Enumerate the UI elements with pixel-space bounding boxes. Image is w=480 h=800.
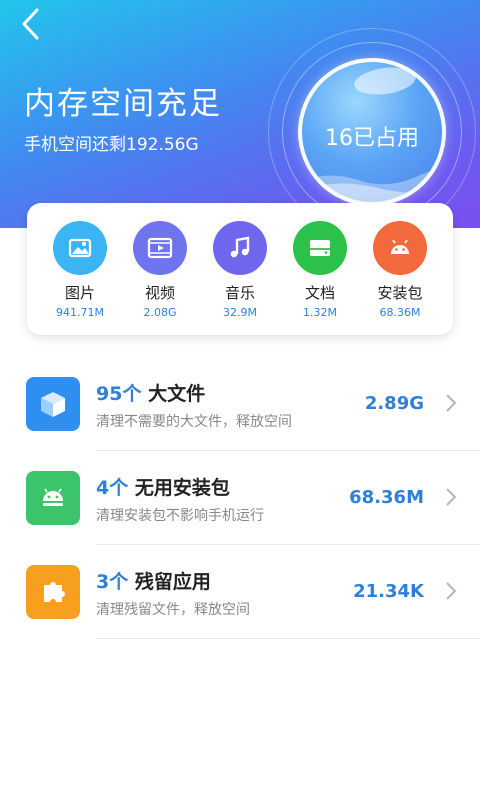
page-title: 内存空间充足: [24, 86, 222, 122]
item-count: 95个: [96, 383, 142, 405]
item-description: 清理不需要的大文件，释放空间: [96, 414, 292, 430]
storage-header: 内存空间充足 手机空间还剩192.56G 16已占用: [0, 0, 480, 228]
gauge-label: 16已占用: [325, 126, 419, 151]
item-title: 残留应用: [134, 571, 211, 593]
list-item-large-files[interactable]: 95个 大文件 清理不需要的大文件，释放空间 2.89G: [0, 357, 480, 451]
category-images[interactable]: 图片 941.71M: [40, 221, 120, 319]
item-count: 4个: [96, 477, 129, 499]
chevron-right-icon: [446, 394, 457, 412]
chevron-right-icon: [446, 488, 457, 506]
item-size: 21.34K: [353, 581, 424, 602]
image-icon: [53, 221, 107, 275]
wave-icon: [298, 170, 446, 206]
category-music[interactable]: 音乐 32.9M: [200, 221, 280, 319]
list-item-unused-apks[interactable]: 4个 无用安装包 清理安装包不影响手机运行 68.36M: [0, 451, 480, 545]
item-count: 3个: [96, 571, 129, 593]
android-icon: [373, 221, 427, 275]
item-size: 2.89G: [364, 393, 424, 414]
item-description: 清理安装包不影响手机运行: [96, 508, 264, 524]
puzzle-icon: [26, 565, 80, 619]
video-icon: [133, 221, 187, 275]
item-description: 清理残留文件，释放空间: [96, 602, 250, 618]
music-icon: [213, 221, 267, 275]
cleanup-list: 95个 大文件 清理不需要的大文件，释放空间 2.89G 4个 无用安装包 清理…: [0, 357, 480, 639]
category-card: 图片 941.71M 视频 2.08G 音乐 32.9M 文档 1.32M 安装…: [27, 203, 453, 335]
free-space-text: 手机空间还剩192.56G: [24, 135, 199, 155]
list-item-residual-apps[interactable]: 3个 残留应用 清理残留文件，释放空间 21.34K: [0, 545, 480, 639]
back-arrow-icon: [22, 8, 39, 40]
screen: 内存空间充足 手机空间还剩192.56G 16已占用 图片 941.71M 视频: [0, 0, 480, 800]
category-apks[interactable]: 安装包 68.36M: [360, 221, 440, 319]
item-title: 无用安装包: [134, 477, 230, 499]
item-size: 68.36M: [349, 487, 424, 508]
document-icon: [293, 221, 347, 275]
cube-icon: [26, 377, 80, 431]
category-videos[interactable]: 视频 2.08G: [120, 221, 200, 319]
category-documents[interactable]: 文档 1.32M: [280, 221, 360, 319]
android-icon: [26, 471, 80, 525]
chevron-right-icon: [446, 582, 457, 600]
item-title: 大文件: [148, 383, 206, 405]
back-button[interactable]: [14, 6, 50, 42]
